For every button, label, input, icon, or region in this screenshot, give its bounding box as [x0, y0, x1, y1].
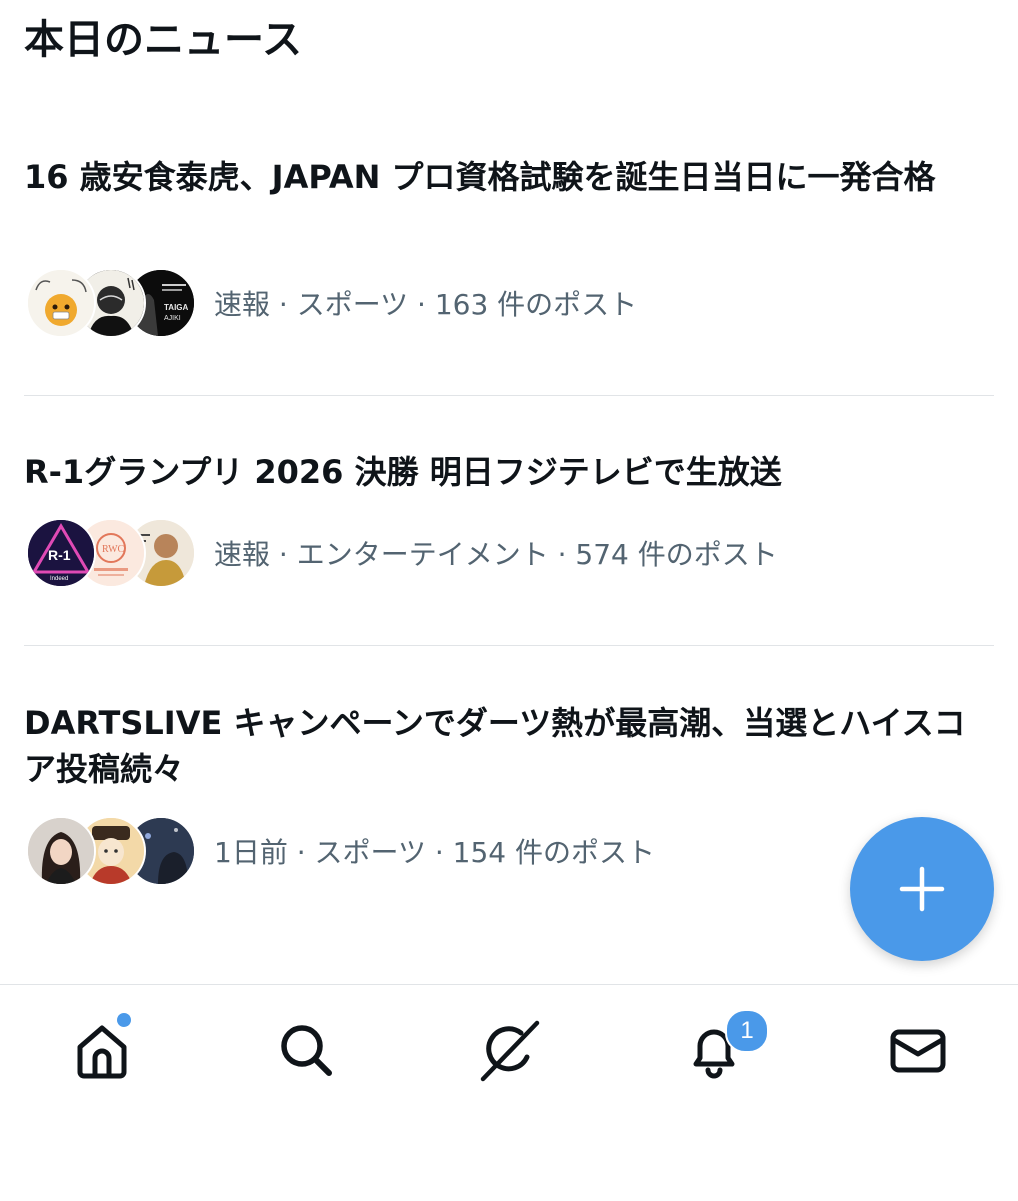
avatar: R-1 Indeed	[26, 518, 96, 588]
news-meta-row: 1日前 · スポーツ · 154 件のポスト	[24, 816, 655, 886]
news-headline: R-1グランプリ 2026 決勝 明日フジテレビで生放送	[24, 453, 782, 491]
avatar-stack: R-1 Indeed RWC	[24, 518, 196, 588]
tab-search[interactable]	[261, 1005, 351, 1095]
notification-dot	[117, 1013, 131, 1027]
tab-notifications[interactable]: 1	[669, 1005, 769, 1095]
news-meta-row: TAIGA AJIKI 速報 · スポーツ · 163 件のポスト	[24, 268, 637, 338]
news-meta: 1日前 · スポーツ · 154 件のポスト	[214, 836, 656, 869]
news-item[interactable]: DARTSLIVE キャンペーンでダーツ熱が最高潮、当選とハイスコア投稿続々 1…	[24, 700, 984, 890]
page-title: 本日のニュース	[24, 17, 302, 63]
avatar-text: Indeed	[50, 576, 68, 582]
tab-home[interactable]	[57, 1005, 147, 1095]
news-headline: DARTSLIVE キャンペーンでダーツ熱が最高潮、当選とハイスコア投稿続々	[24, 704, 966, 788]
avatar-text: AJIKI	[164, 315, 181, 322]
search-icon	[281, 1025, 332, 1076]
plus-icon	[899, 866, 945, 912]
notification-badge: 1	[725, 1009, 769, 1053]
avatar-text: RWC	[102, 544, 125, 555]
news-headline: 16 歳安食泰虎、JAPAN プロ資格試験を誕生日当日に一発合格	[24, 158, 936, 196]
tab-messages[interactable]	[873, 1005, 963, 1095]
avatar-stack: TAIGA AJIKI	[24, 268, 196, 338]
news-item[interactable]: 16 歳安食泰虎、JAPAN プロ資格試験を誕生日当日に一発合格 TAIGA A…	[24, 154, 984, 354]
divider	[24, 395, 994, 396]
avatar-text: TAIGA	[164, 303, 189, 312]
compose-button[interactable]	[850, 817, 994, 961]
mail-icon	[890, 1029, 946, 1073]
news-meta: 速報 · エンターテイメント · 574 件のポスト	[214, 538, 778, 571]
avatar	[26, 816, 96, 886]
divider	[24, 645, 994, 646]
home-icon	[77, 1025, 127, 1079]
grok-icon	[480, 1020, 540, 1082]
avatar-text: R-1	[48, 547, 71, 563]
news-item[interactable]: R-1グランプリ 2026 決勝 明日フジテレビで生放送 R-1 Indeed …	[24, 449, 984, 599]
bottom-tab-bar: 1	[0, 984, 1018, 1201]
news-meta: 速報 · スポーツ · 163 件のポスト	[214, 288, 638, 321]
avatar	[26, 268, 96, 338]
tab-grok[interactable]	[465, 1005, 555, 1095]
avatar-stack	[24, 816, 196, 886]
news-meta-row: R-1 Indeed RWC 速報 · エンターテイメント · 574 件のポス…	[24, 518, 778, 588]
